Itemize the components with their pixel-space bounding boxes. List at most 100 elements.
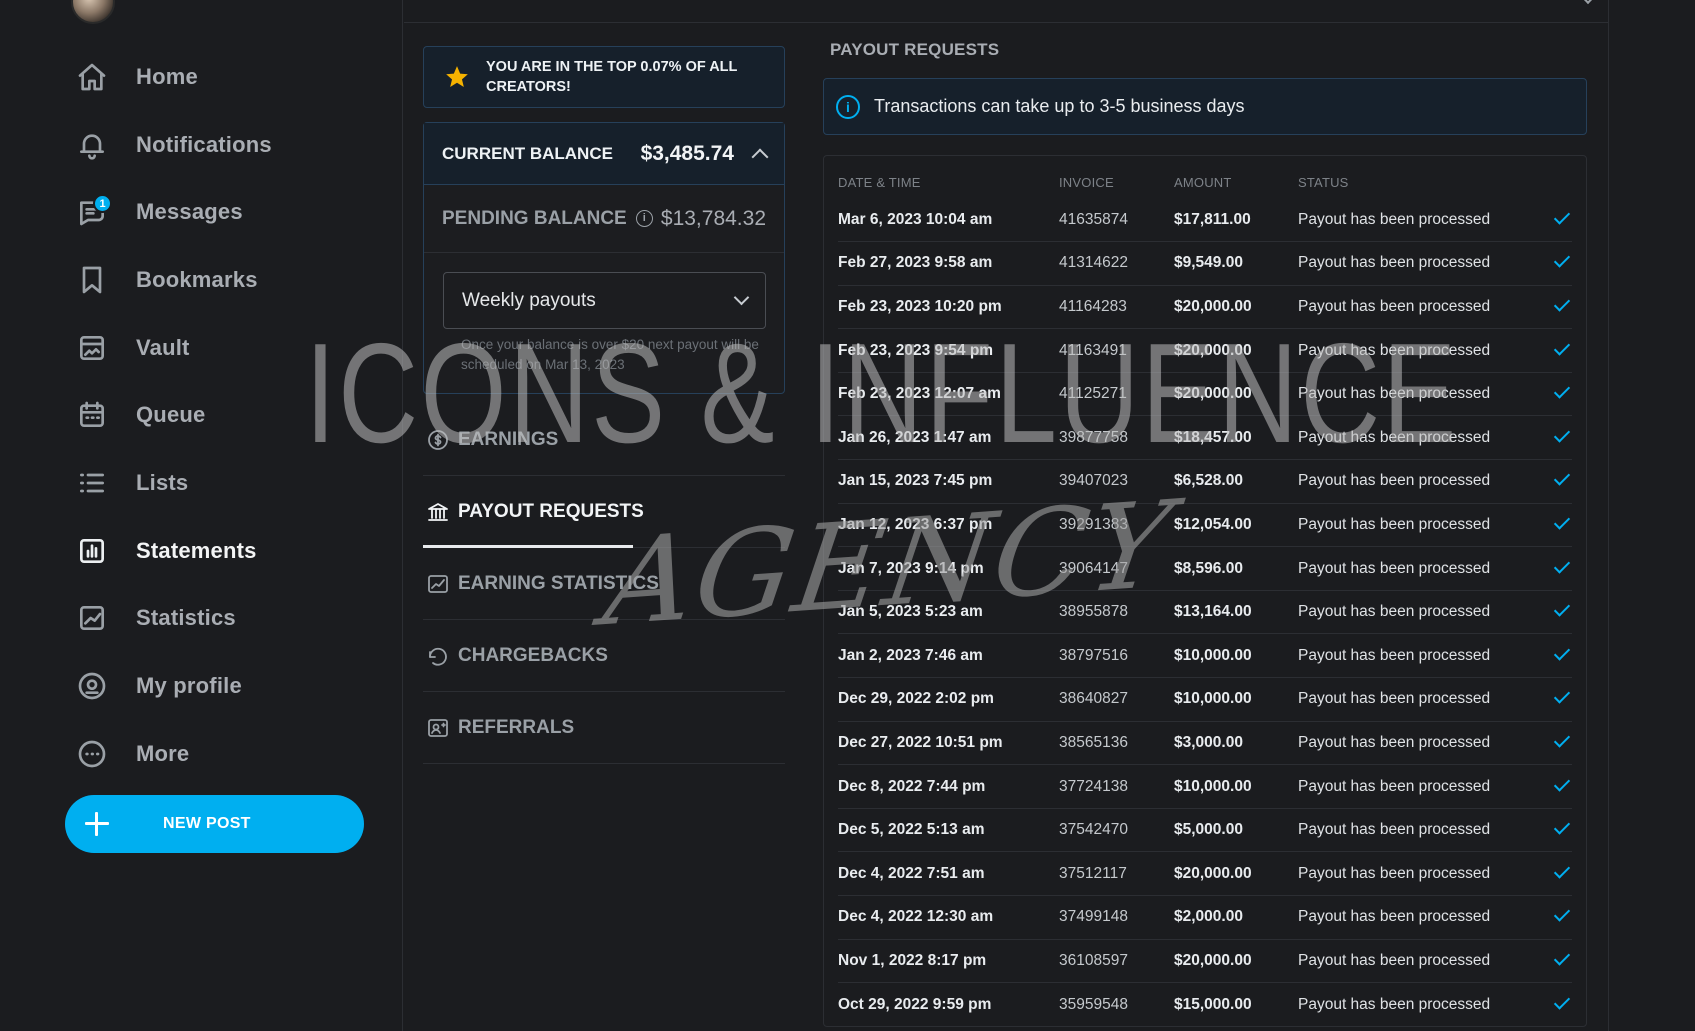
column-header-status: STATUS xyxy=(1298,174,1349,190)
cell-date: Feb 23, 2023 12:07 am xyxy=(838,371,1059,416)
cell-status: Payout has been processed xyxy=(1298,677,1542,722)
check-icon xyxy=(1553,600,1571,617)
cell-amount: $20,000.00 xyxy=(1174,328,1298,373)
cell-invoice: 38640827 xyxy=(1059,677,1174,722)
table-row[interactable]: Dec 5, 2022 5:13 am 37542470 $5,000.00 Payo… xyxy=(838,807,1572,852)
payouts-table: DATE & TIME INVOICE AMOUNT STATUS Mar 6,… xyxy=(823,155,1587,1028)
payout-note: Once your balance is over $20 next payou… xyxy=(461,337,759,372)
sidebar-item-vault[interactable]: Vault xyxy=(72,314,392,382)
table-row[interactable]: Jan 12, 2023 6:37 pm 39291383 $12,054.00 Pa… xyxy=(838,502,1572,547)
sidebar-item-more[interactable]: More xyxy=(72,720,392,788)
cell-invoice: 37542470 xyxy=(1059,807,1174,852)
cell-status: Payout has been processed xyxy=(1298,764,1542,809)
info-icon[interactable]: i xyxy=(635,210,653,227)
chevron-down-icon[interactable] xyxy=(1580,0,1596,5)
chevron-up-icon[interactable] xyxy=(751,148,769,165)
cell-check xyxy=(1542,502,1572,547)
info-icon: i xyxy=(836,94,860,119)
cell-invoice: 36108597 xyxy=(1059,938,1174,983)
cell-invoice: 38565136 xyxy=(1059,720,1174,765)
menu-item-payout-requests[interactable]: PAYOUT REQUESTS xyxy=(423,476,785,548)
table-row[interactable]: Jan 2, 2023 7:46 am 38797516 $10,000.00 Pay… xyxy=(838,633,1572,678)
cell-check xyxy=(1542,284,1572,329)
sidebar-item-label: Vault xyxy=(136,334,190,360)
cell-date: Nov 1, 2022 8:17 pm xyxy=(838,938,1059,983)
cell-status: Payout has been processed xyxy=(1298,241,1542,286)
table-row[interactable]: Jan 15, 2023 7:45 pm 39407023 $6,528.00 Pay… xyxy=(838,459,1572,504)
table-row[interactable]: Oct 29, 2022 9:59 pm 35959548 $15,000.00 Pa… xyxy=(838,982,1572,1027)
calendar-icon xyxy=(72,395,112,435)
menu-item-chargebacks[interactable]: CHARGEBACKS xyxy=(423,620,785,692)
cell-invoice: 39291383 xyxy=(1059,502,1174,547)
cell-check xyxy=(1542,198,1572,242)
check-icon xyxy=(1553,818,1571,835)
bell-icon xyxy=(72,125,112,165)
current-balance-value: $3,485.74 xyxy=(640,141,734,165)
table-row[interactable]: Dec 29, 2022 2:02 pm 38640827 $10,000.00 Pa… xyxy=(838,677,1572,722)
sidebar-item-statements[interactable]: Statements xyxy=(72,517,392,585)
payout-frequency-value: Weekly payouts xyxy=(462,289,596,311)
menu-item-earnings[interactable]: EARNINGS xyxy=(423,404,785,476)
sidebar-item-notifications[interactable]: Notifications xyxy=(72,111,392,179)
current-balance-row[interactable]: CURRENT BALANCE $3,485.74 xyxy=(424,123,784,185)
table-row[interactable]: Nov 1, 2022 8:17 pm 36108597 $20,000.00 Pay… xyxy=(838,938,1572,983)
table-row[interactable]: Dec 27, 2022 10:51 pm 38565136 $3,000.00 Pa… xyxy=(838,720,1572,765)
table-row[interactable]: Dec 8, 2022 7:44 pm 37724138 $10,000.00 Pay… xyxy=(838,764,1572,809)
cell-date: Feb 23, 2023 10:20 pm xyxy=(838,284,1059,329)
table-row[interactable]: Jan 26, 2023 1:47 am 39877758 $18,457.00 Pa… xyxy=(838,415,1572,460)
cell-amount: $10,000.00 xyxy=(1174,764,1298,809)
pending-balance-label: PENDING BALANCE xyxy=(442,207,627,229)
statements-menu: EARNINGS PAYOUT REQUESTS EARNING STATIST… xyxy=(423,404,785,764)
cell-check xyxy=(1542,677,1572,722)
sidebar-item-lists[interactable]: Lists xyxy=(72,449,392,517)
cell-status: Payout has been processed xyxy=(1298,982,1542,1027)
sidebar-item-label: Notifications xyxy=(136,131,272,157)
table-row[interactable]: Mar 6, 2023 10:04 am 41635874 $17,811.00 Pa… xyxy=(838,198,1572,242)
table-row[interactable]: Dec 4, 2022 7:51 am 37512117 $20,000.00 Pay… xyxy=(838,851,1572,896)
balance-card: CURRENT BALANCE $3,485.74 PENDING BALANC… xyxy=(423,122,785,394)
column-header-invoice: INVOICE xyxy=(1059,174,1114,190)
pending-balance-row: PENDING BALANCE i $13,784.32 xyxy=(424,185,784,253)
sidebar-item-bookmarks[interactable]: Bookmarks xyxy=(72,246,392,314)
avatar[interactable] xyxy=(71,0,115,24)
table-row[interactable]: Jan 5, 2023 5:23 am 38955878 $13,164.00 Pay… xyxy=(838,589,1572,634)
menu-item-earning-statistics[interactable]: EARNING STATISTICS xyxy=(423,548,785,620)
column-header-date: DATE & TIME xyxy=(838,174,921,190)
bank-icon xyxy=(426,500,450,524)
sidebar-item-statistics[interactable]: Statistics xyxy=(72,585,392,653)
cell-amount: $17,811.00 xyxy=(1174,210,1251,228)
payout-frequency-select[interactable]: Weekly payouts xyxy=(443,272,766,329)
menu-item-label: CHARGEBACKS xyxy=(458,644,608,666)
sidebar-item-messages[interactable]: 1 Messages xyxy=(72,178,392,246)
new-post-button[interactable]: NEW POST xyxy=(65,795,364,853)
cell-amount: $10,000.00 xyxy=(1174,677,1298,722)
table-row[interactable]: Feb 23, 2023 9:54 pm 41163491 $20,000.00 Pa… xyxy=(838,328,1572,373)
check-icon xyxy=(1553,338,1571,356)
sidebar-item-my-profile[interactable]: My profile xyxy=(72,652,392,720)
table-row[interactable]: Feb 27, 2023 9:58 am 41314622 $9,549.00 Pay… xyxy=(838,241,1572,286)
profile-icon xyxy=(72,666,112,706)
sidebar-item-home[interactable]: Home xyxy=(72,43,392,111)
sidebar-item-queue[interactable]: Queue xyxy=(72,381,392,449)
cell-check xyxy=(1542,459,1572,504)
cell-invoice: 41314622 xyxy=(1059,241,1174,286)
cell-amount: $6,528.00 xyxy=(1174,459,1298,504)
current-balance-label: CURRENT BALANCE xyxy=(442,143,613,163)
table-row[interactable]: Feb 23, 2023 12:07 am 41125271 $20,000.00 P… xyxy=(838,371,1572,416)
check-icon xyxy=(1553,426,1571,443)
sidebar-item-label: Queue xyxy=(136,402,206,428)
cell-amount: $15,000.00 xyxy=(1174,982,1298,1027)
cell-status: Payout has been processed xyxy=(1298,633,1542,678)
cell-date: Oct 29, 2022 9:59 pm xyxy=(838,982,1059,1027)
cell-amount: $3,000.00 xyxy=(1174,720,1298,765)
cell-status: Payout has been processed xyxy=(1298,415,1542,460)
table-row[interactable]: Feb 23, 2023 10:20 pm 41164283 $20,000.00 P… xyxy=(838,284,1572,329)
cell-status: Payout has been processed xyxy=(1298,371,1542,416)
table-row[interactable]: Jan 7, 2023 9:14 pm 39064147 $8,596.00 Payo… xyxy=(838,546,1572,591)
sidebar-nav: Home Notifications 1 Messages Bookmarks … xyxy=(72,43,392,788)
table-row[interactable]: Dec 4, 2022 12:30 am 37499148 $2,000.00 Pay… xyxy=(838,895,1572,940)
menu-item-referrals[interactable]: REFERRALS xyxy=(423,692,785,764)
cell-date: Dec 27, 2022 10:51 pm xyxy=(838,720,1059,765)
cell-date: Dec 5, 2022 5:13 am xyxy=(838,807,1059,852)
cell-check xyxy=(1542,241,1572,286)
